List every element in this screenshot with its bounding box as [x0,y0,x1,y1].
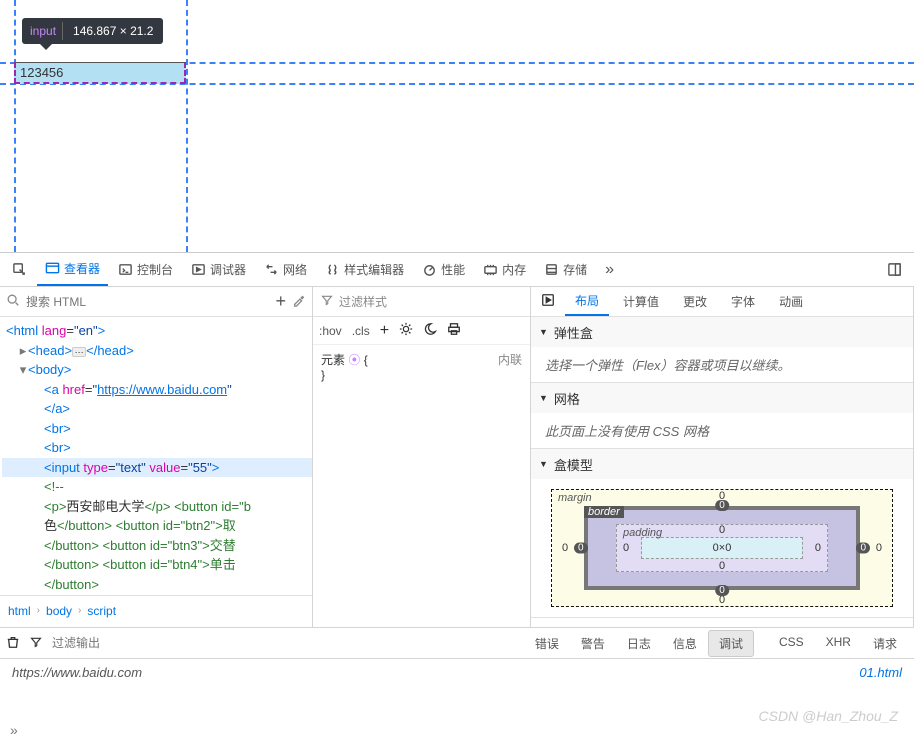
filter-errors[interactable]: 错误 [524,630,570,657]
filter-requests[interactable]: 请求 [862,630,908,657]
tab-style-editor[interactable]: 样式编辑器 [317,254,412,286]
dark-scheme-icon[interactable] [423,322,437,339]
rules-area[interactable]: 元素 ⦿ { 内联 } [313,345,530,388]
breadcrumb[interactable]: html › body › script [0,595,312,625]
add-rule-button[interactable]: + [380,322,389,340]
tooltip-dimensions: 146.867 × 21.2 [63,24,163,38]
tab-debugger[interactable]: 调试器 [183,254,254,286]
selected-node[interactable]: <input type="text" value="55"> [2,458,312,478]
tab-memory[interactable]: 内存 [475,254,534,286]
devtools-panes: + <html lang="en"> ▸<head>⋯</head> ▾<bod… [0,287,914,627]
watermark: CSDN @Han_Zhou_Z [759,708,899,724]
element-tooltip: input 146.867 × 21.2 [22,18,163,44]
tab-storage[interactable]: 存储 [536,254,595,286]
flex-section-body: 选择一个弹性（Flex）容器或项目以继续。 [531,347,913,382]
play-icon[interactable] [535,293,561,310]
light-scheme-icon[interactable] [399,322,413,339]
tab-inspector[interactable]: 查看器 [37,254,108,286]
funnel-icon [321,294,333,309]
highlighted-input[interactable]: 123456 [14,62,186,84]
add-element-button[interactable]: + [275,291,286,312]
eyedropper-button[interactable] [292,293,306,310]
grid-section-header[interactable]: ▼网格 [531,383,913,413]
rendered-page: input 146.867 × 21.2 123456 [0,0,914,253]
tab-changes[interactable]: 更改 [673,288,717,316]
console-message[interactable]: https://www.baidu.com 01.html [0,659,914,686]
console-filter-input[interactable] [52,636,207,650]
cls-toggle[interactable]: .cls [352,324,370,338]
filter-debug[interactable]: 调试 [708,630,754,657]
filter-css[interactable]: CSS [768,630,815,657]
grid-section-body: 此页面上没有使用 CSS 网格 [531,413,913,448]
tab-animations[interactable]: 动画 [769,288,813,316]
search-icon [6,293,20,310]
layout-pane: 布局 计算值 更改 字体 动画 ▼弹性盒 选择一个弹性（Flex）容器或项目以继… [531,287,914,627]
filter-xhr[interactable]: XHR [815,630,862,657]
search-html-input[interactable] [26,295,269,309]
tab-layout[interactable]: 布局 [565,288,609,316]
filter-warnings[interactable]: 警告 [570,630,616,657]
tab-computed[interactable]: 计算值 [613,288,669,316]
hov-toggle[interactable]: :hov [319,324,342,338]
filter-info[interactable]: 信息 [662,630,708,657]
tab-console[interactable]: 控制台 [110,254,181,286]
console-toolbar: 错误 警告 日志 信息 调试 CSS XHR 请求 [0,627,914,659]
print-icon[interactable] [447,322,461,339]
tab-performance[interactable]: 性能 [414,254,473,286]
boxmodel-section-header[interactable]: ▼盒模型 [531,449,913,479]
tab-fonts[interactable]: 字体 [721,288,765,316]
clear-console-button[interactable] [6,635,20,652]
dom-pane: + <html lang="en"> ▸<head>⋯</head> ▾<bod… [0,287,313,627]
dock-button[interactable] [879,254,910,286]
input-value: 123456 [20,65,63,80]
filter-styles-label[interactable]: 过滤样式 [339,293,522,310]
tooltip-tag: input [22,24,62,38]
dom-tree[interactable]: <html lang="en"> ▸<head>⋯</head> ▾<body>… [0,317,312,595]
pick-element-button[interactable] [4,254,35,286]
crumb-html[interactable]: html [8,604,31,618]
devtools-toolbar: 查看器 控制台 调试器 网络 样式编辑器 性能 内存 存储 » [0,253,914,287]
box-content: 0×0 [641,537,803,559]
filter-logs[interactable]: 日志 [616,630,662,657]
more-tabs-button[interactable]: » [597,254,622,286]
flex-section-header[interactable]: ▼弹性盒 [531,317,913,347]
funnel-icon [30,636,42,651]
expand-console-button[interactable]: » [10,722,18,738]
tab-network[interactable]: 网络 [256,254,315,286]
crumb-body[interactable]: body [46,604,72,618]
crumb-script[interactable]: script [87,604,116,618]
styles-pane: 过滤样式 :hov .cls + 元素 ⦿ { 内联 } [313,287,531,627]
box-model[interactable]: margin 0 0 0 0 border 0 0 0 0 padding [531,479,913,617]
